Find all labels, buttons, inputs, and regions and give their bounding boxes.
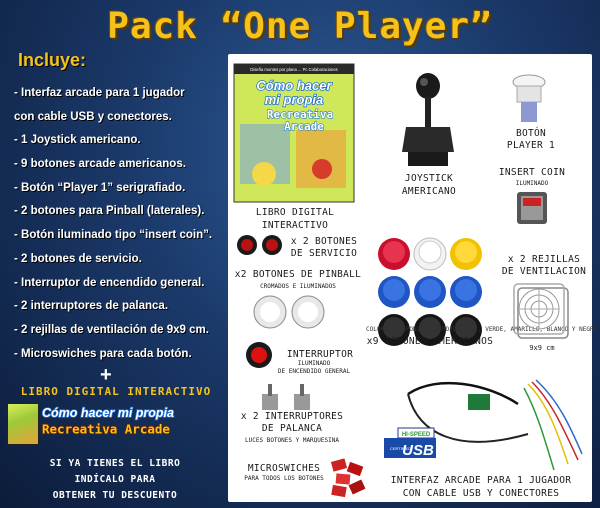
- book-cover-title-4: Arcade: [284, 120, 324, 133]
- insertcoin-label: INSERT COIN: [498, 167, 566, 178]
- list-item: - Botón iluminado tipo “insert coin”.: [14, 229, 213, 242]
- insertcoin-image: [517, 192, 547, 224]
- rejillas-label-line: DE VENTILACION: [501, 266, 587, 277]
- incluye-heading: Incluye:: [18, 50, 87, 70]
- americanos-label: x9 BOTONES AMERICANOS: [366, 336, 494, 347]
- joystick-label-line: JOYSTICK: [404, 173, 454, 184]
- plus-sign: +: [100, 364, 112, 386]
- palanca-image: [262, 384, 310, 410]
- book-cover-title-1: Cómo hacer: [256, 78, 332, 93]
- palanca-label: x 2 INTERRUPTORES DE PALANCA: [232, 411, 352, 435]
- list-item: - 2 interruptores de palanca.: [14, 300, 169, 313]
- palanca-sub: LUCES BOTONES Y MARQUESINA: [245, 437, 339, 444]
- colores-label: COLORES DISPONIBLES: ROJO, AZUL, VERDE, …: [366, 326, 598, 333]
- usb-certified-badge: HI-SPEED CERTIFIED USB: [384, 427, 436, 459]
- joystick-label: JOYSTICK AMERICANO: [392, 172, 466, 198]
- promo-text: SI YA TIENES EL LIBRO INDÍCALO PARA OBTE…: [4, 456, 226, 504]
- promo-line: INDÍCALO PARA: [74, 474, 156, 485]
- servicio-sub: DE SERVICIO: [290, 248, 358, 259]
- microswiches-sub: PARA TODOS LOS BOTONES: [244, 475, 324, 482]
- list-item: - Microswiches para cada botón.: [14, 347, 192, 360]
- book-cover-title-2: mi propia: [265, 92, 324, 107]
- libro-digital-heading: LIBRO DIGITAL INTERACTIVO: [20, 385, 212, 398]
- list-item: - 2 rejillas de ventilación de 9x9 cm.: [14, 323, 209, 336]
- usb-badge-main: USB: [402, 442, 434, 459]
- list-item: - 2 botones de servicio.: [14, 252, 142, 265]
- book-thumbnail: [7, 403, 39, 445]
- usb-badge-top: HI-SPEED: [402, 432, 431, 438]
- pinball-sub: CROMADOS E ILUMINADOS: [260, 283, 336, 290]
- logo-text-1: Cómo hacer mi propia: [42, 406, 174, 420]
- book-label-line: INTERACTIVO: [261, 220, 329, 231]
- interfaz-label-line: INTERFAZ ARCADE PARA 1 JUGADOR: [390, 475, 572, 486]
- logo-text-2: Recreativa Arcade: [42, 422, 170, 437]
- promo-line: SI YA TIENES EL LIBRO: [49, 458, 181, 469]
- rejillas-label: x 2 REJILLAS DE VENTILACION: [498, 254, 590, 278]
- interfaz-label-line: CON CABLE USB Y CONECTORES: [402, 488, 560, 499]
- player1-button-image: [512, 74, 546, 122]
- pinball-buttons-image: [253, 295, 325, 329]
- list-item: - 1 Joystick americano.: [14, 134, 141, 147]
- rejillas-label-line: x 2 REJILLAS: [507, 254, 581, 265]
- interruptor-sub-line: ILUMINADO: [297, 360, 331, 367]
- page-title: Pack “One Player”: [107, 6, 493, 47]
- rejillas-size: 9x9 cm: [529, 344, 555, 352]
- included-items-list: - Interfaz arcade para 1 jugador con cab…: [14, 82, 229, 366]
- player1-label-line: BOTÓN: [515, 128, 547, 139]
- player1-label-line: PLAYER 1: [506, 140, 556, 151]
- pack-one-player-ad: Pack “One Player” Incluye: - Interfaz ar…: [0, 0, 600, 508]
- interfaz-label: INTERFAZ ARCADE PARA 1 JUGADOR CON CABLE…: [372, 474, 590, 500]
- interruptor-sub: ILUMINADO DE ENCENDIDO GENERAL: [268, 360, 360, 376]
- player1-label: BOTÓN PLAYER 1: [496, 128, 566, 152]
- products-panel: Diseña montes por plana ... Pc Colaborac…: [228, 54, 598, 502]
- servicio-label: x 2 BOTONES: [290, 236, 358, 247]
- interruptor-label: INTERRUPTOR: [286, 349, 354, 360]
- vent-grills-image: [513, 283, 569, 339]
- book-logo-line1: Cómo hacer mi propia: [41, 405, 175, 421]
- promo-line: OBTENER TU DESCUENTO: [52, 490, 178, 501]
- list-item: - Interruptor de encendido general.: [14, 276, 205, 289]
- book-logo-line2: Recreativa Arcade: [41, 421, 171, 437]
- service-buttons-image: [237, 235, 282, 255]
- list-item: - Interfaz arcade para 1 jugador: [14, 87, 185, 99]
- list-item: - Botón “Player 1” serigrafiado.: [14, 181, 186, 194]
- palanca-label-line: x 2 INTERRUPTORES: [240, 411, 344, 422]
- book-label: LIBRO DIGITAL INTERACTIVO: [232, 206, 358, 232]
- list-item: - 9 botones arcade americanos.: [14, 158, 186, 171]
- microswitches-image: [330, 458, 366, 498]
- list-item: con cable USB y conectores.: [14, 110, 172, 123]
- palanca-label-line: DE PALANCA: [261, 423, 323, 434]
- book-cover-top-text: Diseña montes por plana ... Pc Colaborac…: [250, 67, 338, 72]
- book-label-line: LIBRO DIGITAL: [255, 207, 335, 218]
- microswiches-label: MICROSWICHES: [247, 463, 321, 474]
- joystick-label-line: AMERICANO: [401, 186, 457, 197]
- interruptor-sub-line: DE ENCENDIDO GENERAL: [277, 368, 351, 375]
- insertcoin-sub: ILUMINADO: [515, 180, 549, 187]
- pinball-label: x2 BOTONES DE PINBALL: [234, 269, 362, 280]
- list-item: - 2 botones para Pinball (laterales).: [14, 205, 205, 218]
- joystick-image: [402, 73, 454, 166]
- book-cover-image: Diseña montes por plana ... Pc Colaborac…: [233, 63, 355, 203]
